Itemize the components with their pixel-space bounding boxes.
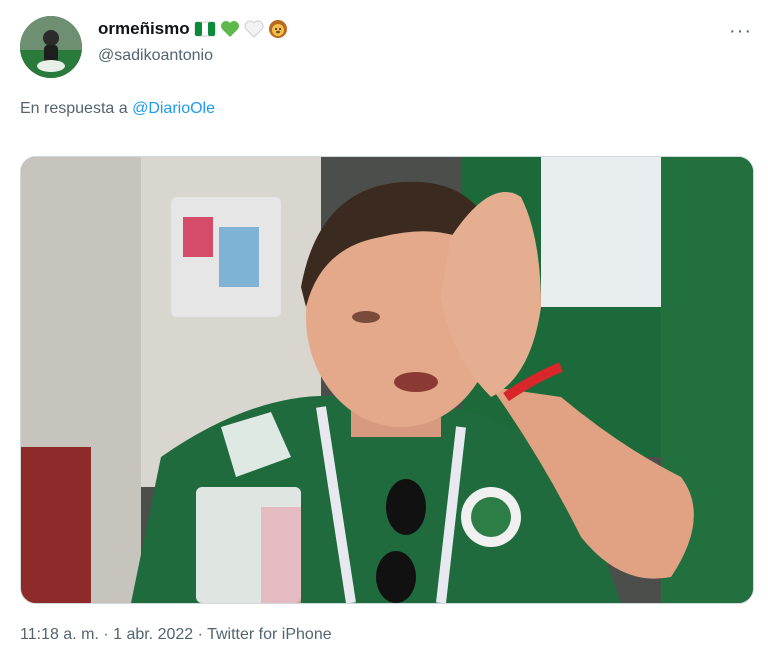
tweet-metadata: 11:18 a. m. · 1 abr. 2022 · Twitter for … [20, 626, 332, 644]
lion-face-icon [268, 20, 287, 38]
meta-separator: · [103, 626, 109, 643]
display-name[interactable]: ormeñismo [98, 19, 190, 39]
tweet-date[interactable]: 1 abr. 2022 [113, 626, 193, 643]
crying-fan-photo [21, 157, 753, 603]
white-heart-icon [244, 20, 264, 38]
green-heart-icon [220, 21, 239, 37]
avatar[interactable] [20, 16, 82, 78]
author-name-row[interactable]: ormeñismo [98, 19, 288, 39]
reply-to-link[interactable]: @DiarioOle [132, 100, 215, 117]
nigeria-flag-icon [194, 21, 216, 37]
more-options-icon[interactable]: ··· [729, 20, 752, 43]
meta-separator: · [197, 626, 203, 643]
avatar-image [20, 16, 82, 78]
tweet-media-photo[interactable] [20, 156, 754, 604]
reply-prefix: En respuesta a [20, 100, 128, 117]
tweet-source: Twitter for iPhone [207, 626, 332, 643]
tweet-time[interactable]: 11:18 a. m. [20, 626, 99, 643]
user-handle[interactable]: @sadikoantonio [98, 47, 213, 65]
reply-context: En respuesta a @DiarioOle [20, 100, 215, 118]
